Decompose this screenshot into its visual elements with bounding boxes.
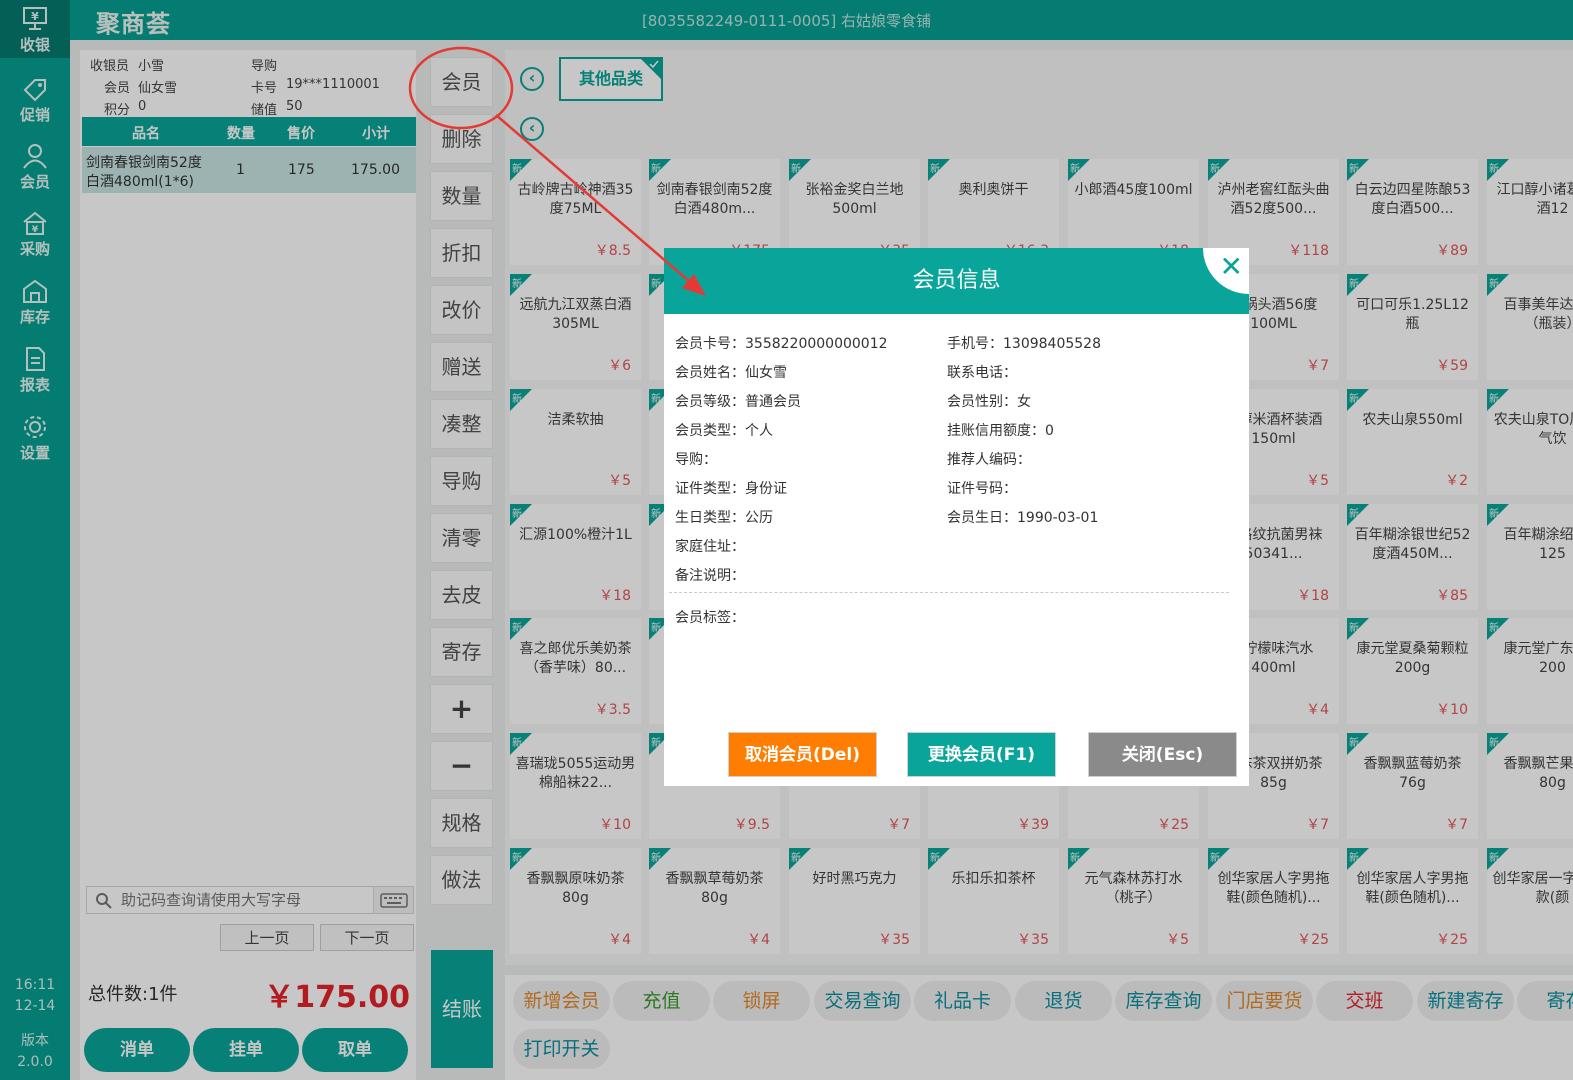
member-guide: 导购：	[675, 452, 717, 468]
id-number: 证件号码：	[947, 481, 1017, 497]
mobile-number: 手机号：13098405528	[947, 336, 1101, 352]
remarks: 备注说明：	[675, 568, 745, 584]
member-level: 会员等级：普通会员	[675, 394, 801, 410]
member-info-dialog: 会员信息 ✕ 会员卡号：3558220000000012 会员姓名：仙女雪 会员…	[664, 248, 1249, 786]
change-member-button[interactable]: 更换会员(F1)	[907, 732, 1056, 777]
member-name: 会员姓名：仙女雪	[675, 365, 787, 381]
member-card-no: 会员卡号：3558220000000012	[675, 336, 888, 352]
id-type: 证件类型：身份证	[675, 481, 787, 497]
dialog-divider	[669, 592, 1229, 593]
member-birthday: 会员生日：1990-03-01	[947, 510, 1099, 526]
member-gender: 会员性别：女	[947, 394, 1031, 410]
contact-phone: 联系电话：	[947, 365, 1017, 381]
close-dialog-button[interactable]: 关闭(Esc)	[1088, 732, 1237, 777]
dialog-title: 会员信息	[912, 268, 1001, 293]
referrer-code: 推荐人编码：	[947, 452, 1031, 468]
member-tags: 会员标签：	[675, 610, 745, 626]
cancel-member-button[interactable]: 取消会员(Del)	[728, 732, 877, 777]
dialog-header: 会员信息	[664, 248, 1249, 314]
home-address: 家庭住址：	[675, 539, 745, 555]
birthday-type: 生日类型：公历	[675, 510, 773, 526]
credit-limit: 挂账信用额度：0	[947, 423, 1054, 439]
member-type: 会员类型：个人	[675, 423, 773, 439]
close-icon: ✕	[1219, 250, 1243, 283]
